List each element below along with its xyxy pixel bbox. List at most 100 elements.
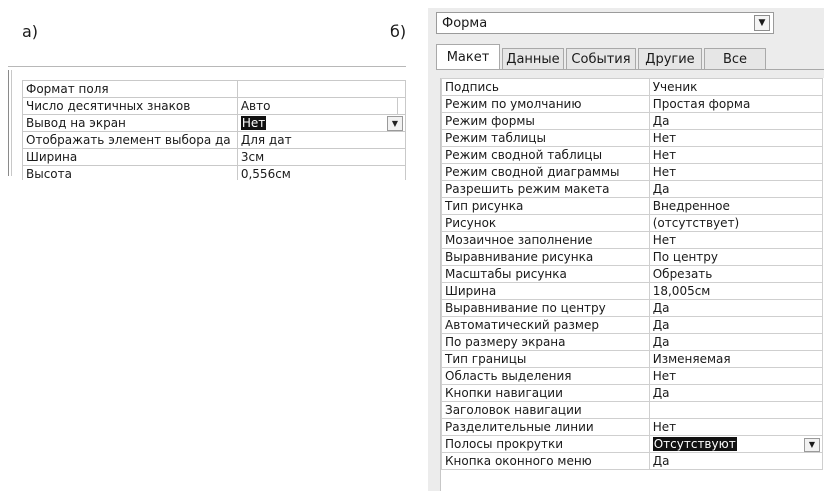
property-name: Формат поля (22, 80, 238, 98)
table-row[interactable]: Автоматический размер Да (441, 316, 824, 334)
property-value[interactable]: По центру (648, 248, 824, 266)
property-name: Режим по умолчанию (441, 95, 650, 113)
property-value[interactable]: Изменяемая (648, 350, 824, 368)
property-value-text: Изменяемая (652, 352, 731, 366)
property-name: Вывод на экран (22, 114, 238, 132)
property-value[interactable]: Да (648, 316, 824, 334)
property-name: Ширина (441, 282, 650, 300)
property-value-text: Нет (240, 116, 267, 130)
property-name: Выравнивание рисунка (441, 248, 650, 266)
property-value[interactable]: Да (648, 299, 824, 317)
property-value[interactable]: Нет (648, 129, 824, 147)
table-row[interactable]: Выравнивание по центру Да (441, 299, 824, 317)
property-name: Разрешить режим макета (441, 180, 650, 198)
table-row[interactable]: Вывод на экран Нет ▼ (22, 114, 406, 132)
property-name: Ширина (22, 148, 238, 166)
table-row[interactable]: Ширина 18,005см (441, 282, 824, 300)
property-value[interactable]: Нет (648, 418, 824, 436)
chevron-down-icon[interactable]: ▼ (804, 438, 820, 452)
property-value[interactable]: Да (648, 452, 824, 470)
table-row[interactable]: Режим сводной таблицы Нет (441, 146, 824, 164)
property-value-text: 18,005см (652, 284, 711, 298)
table-row[interactable]: Режим таблицы Нет (441, 129, 824, 147)
property-name: Разделительные линии (441, 418, 650, 436)
property-value[interactable]: Да (648, 384, 824, 402)
property-value-text: Да (652, 301, 670, 315)
table-row[interactable]: Подпись Ученик (441, 78, 824, 96)
table-row[interactable]: Число десятичных знаков Авто (22, 97, 406, 115)
tab-3[interactable]: Другие (638, 48, 702, 70)
table-row[interactable]: Режим по умолчанию Простая форма (441, 95, 824, 113)
label-b: б) (390, 22, 407, 41)
table-row[interactable]: Разделительные линии Нет (441, 418, 824, 436)
label-a: а) (22, 22, 39, 41)
left-divider (8, 66, 406, 67)
table-row[interactable]: По размеру экрана Да (441, 333, 824, 351)
property-value[interactable]: Нет (648, 231, 824, 249)
table-row[interactable]: Кнопка оконного меню Да (441, 452, 824, 470)
table-row[interactable]: Тип границы Изменяемая (441, 350, 824, 368)
property-value[interactable]: Внедренное (648, 197, 824, 215)
chevron-down-icon[interactable]: ▼ (387, 116, 403, 131)
property-value[interactable]: Да (648, 333, 824, 351)
table-row[interactable]: Высота 0,556см (22, 165, 406, 180)
property-tabs: Макет Данные События Другие Все (436, 44, 768, 70)
property-value[interactable]: Простая форма (648, 95, 824, 113)
table-row[interactable]: Полосы прокрутки Отсутствуют ▼ (441, 435, 824, 453)
property-name: Масштабы рисунка (441, 265, 650, 283)
table-row[interactable]: Ширина 3см (22, 148, 406, 166)
tab-4[interactable]: Все (704, 48, 766, 70)
property-value[interactable]: Нет (648, 163, 824, 181)
property-value[interactable]: Для дат (236, 131, 406, 149)
property-value[interactable]: Нет ▼ (236, 114, 406, 132)
property-value-text: Авто (240, 99, 271, 113)
property-value[interactable]: Нет (648, 367, 824, 385)
chevron-down-icon[interactable]: ▼ (754, 15, 770, 31)
table-row[interactable]: Область выделения Нет (441, 367, 824, 385)
property-value-text: Нет (652, 233, 677, 247)
table-row[interactable]: Заголовок навигации (441, 401, 824, 419)
property-value[interactable]: Да (648, 180, 824, 198)
table-row[interactable]: Мозаичное заполнение Нет (441, 231, 824, 249)
tab-2[interactable]: События (566, 48, 636, 70)
properties-grid: Подпись Ученик Режим по умолчанию Простая ф… (440, 78, 824, 491)
tab-0[interactable]: Макет (436, 44, 500, 70)
table-row[interactable]: Тип рисунка Внедренное (441, 197, 824, 215)
table-row[interactable]: Разрешить режим макета Да (441, 180, 824, 198)
property-value[interactable]: Ученик (648, 78, 824, 96)
property-name: Автоматический размер (441, 316, 650, 334)
property-name: Режим сводной таблицы (441, 146, 650, 164)
property-value-text: По центру (652, 250, 719, 264)
property-value[interactable]: 3см (236, 148, 406, 166)
tab-1[interactable]: Данные (502, 48, 564, 70)
property-name: Режим сводной диаграммы (441, 163, 650, 181)
table-row[interactable]: Кнопки навигации Да (441, 384, 824, 402)
property-value[interactable]: Обрезать (648, 265, 824, 283)
table-row[interactable]: Выравнивание рисунка По центру (441, 248, 824, 266)
property-name: Подпись (441, 78, 650, 96)
property-name: Заголовок навигации (441, 401, 650, 419)
table-row[interactable]: Масштабы рисунка Обрезать (441, 265, 824, 283)
property-value-text: Да (652, 335, 670, 349)
table-row[interactable]: Рисунок (отсутствует) (441, 214, 824, 232)
property-value[interactable]: Отсутствуют ▼ (648, 435, 824, 453)
property-value[interactable]: Да (648, 112, 824, 130)
property-value[interactable]: 18,005см (648, 282, 824, 300)
property-value[interactable]: Нет (648, 146, 824, 164)
property-name: Режим таблицы (441, 129, 650, 147)
object-selector-value: Форма (442, 16, 488, 31)
property-value-text: Да (652, 114, 670, 128)
property-value[interactable]: 0,556см (236, 165, 406, 180)
table-row[interactable]: Режим сводной диаграммы Нет (441, 163, 824, 181)
property-value[interactable]: Авто (236, 97, 406, 115)
object-selector[interactable]: Форма ▼ (436, 12, 774, 34)
table-row[interactable]: Режим формы Да (441, 112, 824, 130)
table-row[interactable]: Формат поля (22, 80, 406, 98)
property-value-text: Нет (652, 165, 677, 179)
property-name: Рисунок (441, 214, 650, 232)
property-value-text: Да (652, 454, 670, 468)
property-value[interactable] (648, 401, 824, 419)
table-row[interactable]: Отображать элемент выбора да Для дат (22, 131, 406, 149)
property-value[interactable] (236, 80, 406, 98)
property-value[interactable]: (отсутствует) (648, 214, 824, 232)
